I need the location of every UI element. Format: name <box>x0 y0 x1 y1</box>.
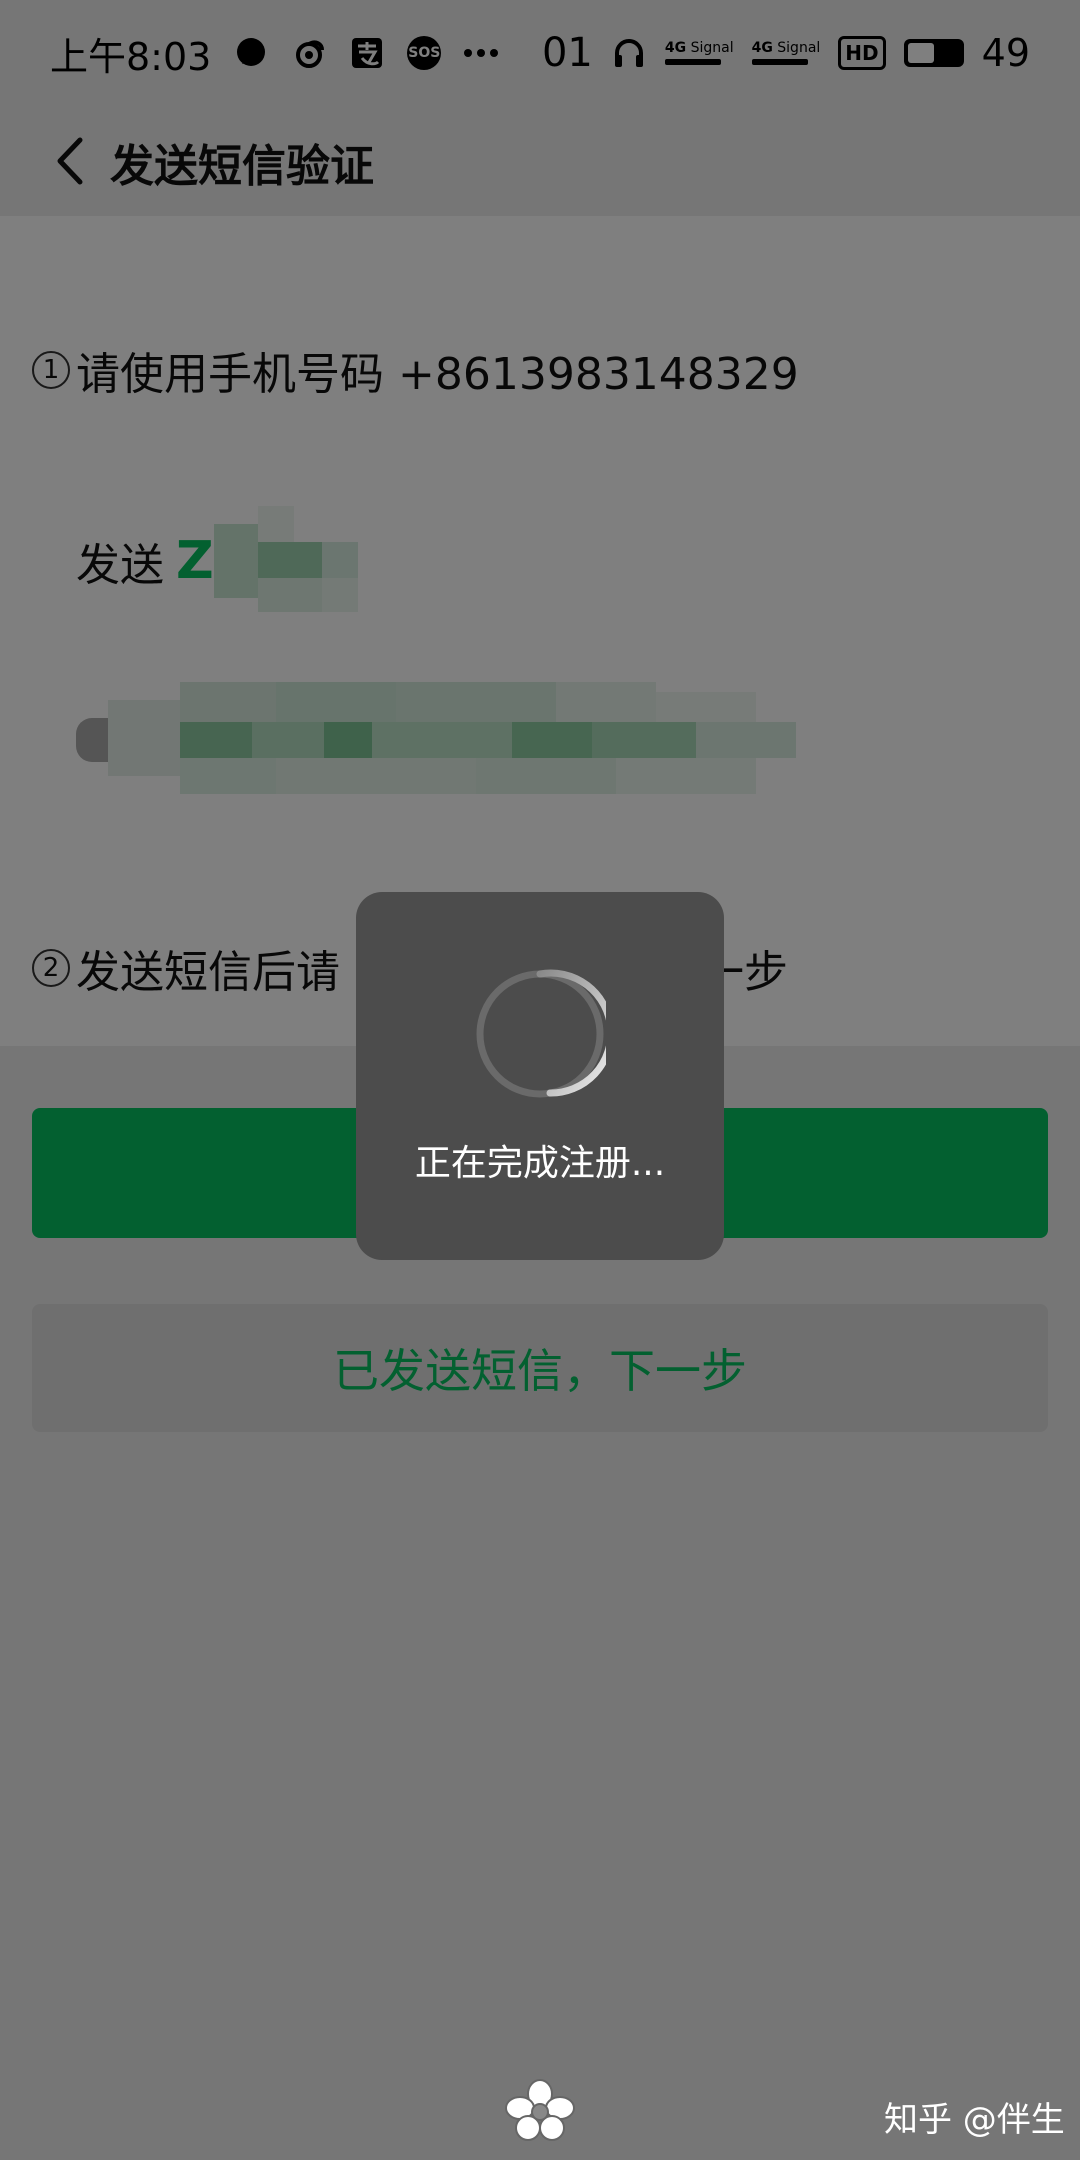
flower-logo-icon <box>505 2079 575 2141</box>
loading-toast: 正在完成注册... <box>356 892 724 1260</box>
loading-spinner-icon <box>476 969 606 1098</box>
watermark-text: 知乎 @伴生 <box>884 2100 1065 2140</box>
toast-message: 正在完成注册... <box>414 1143 666 1184</box>
